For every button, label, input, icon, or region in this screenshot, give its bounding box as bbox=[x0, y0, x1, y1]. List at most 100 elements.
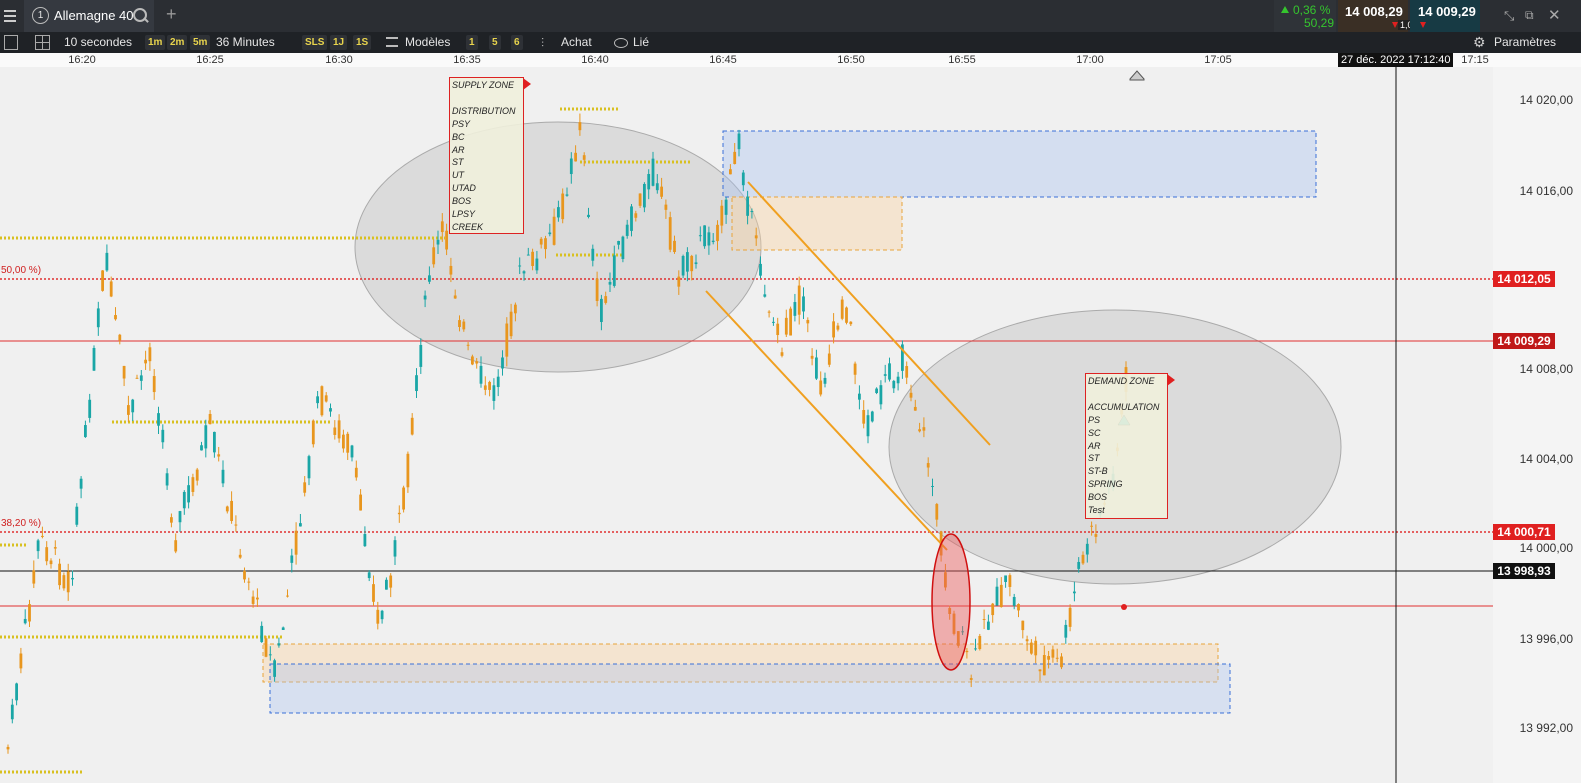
candle-body bbox=[866, 415, 870, 437]
demand-zone-line: ST-B bbox=[1088, 466, 1108, 477]
candle-body bbox=[393, 540, 397, 557]
candle-body bbox=[488, 381, 491, 390]
candle-body bbox=[888, 363, 891, 380]
candle-body bbox=[991, 603, 995, 616]
model-6-button[interactable]: 6 bbox=[511, 35, 523, 50]
candle-body bbox=[294, 530, 298, 555]
candle-body bbox=[729, 169, 732, 175]
candle-body bbox=[92, 347, 96, 371]
candle-body bbox=[810, 355, 814, 359]
buy-button[interactable]: Achat bbox=[561, 32, 592, 53]
candle-body bbox=[217, 454, 221, 457]
candle-body bbox=[144, 359, 147, 364]
one-day-button[interactable]: 1J bbox=[330, 35, 348, 50]
candle-body bbox=[114, 315, 117, 320]
candle-body bbox=[299, 523, 302, 527]
timeframe-2m[interactable]: 2m bbox=[167, 35, 188, 50]
candle-body bbox=[707, 232, 711, 246]
linked-button[interactable]: Lié bbox=[633, 32, 649, 53]
supply-zone-title: SUPPLY ZONE bbox=[452, 80, 515, 90]
time-tick: 16:35 bbox=[453, 54, 481, 66]
supply-zone-note[interactable]: SUPPLY ZONE DISTRIBUTION PSY BC AR ST UT… bbox=[449, 77, 531, 234]
candle-body bbox=[557, 207, 560, 218]
candle-body bbox=[518, 265, 522, 267]
candle-body bbox=[561, 193, 565, 220]
candle-body bbox=[62, 575, 66, 589]
candle-body bbox=[492, 385, 496, 401]
price-axis-label: 14 016,00 bbox=[1519, 184, 1573, 198]
ask-box[interactable]: 14 009,29 bbox=[1410, 0, 1480, 32]
candle-body bbox=[479, 365, 483, 384]
candle-body bbox=[591, 248, 595, 261]
candle-body bbox=[105, 252, 109, 271]
change-box: 0,36 % 50,29 bbox=[1274, 0, 1336, 32]
candle-body bbox=[53, 547, 57, 549]
timeframe-5m[interactable]: 5m bbox=[190, 35, 211, 50]
candle-body bbox=[879, 385, 883, 405]
eye-icon bbox=[614, 38, 628, 48]
candle-body bbox=[698, 235, 702, 237]
candle-body bbox=[1073, 591, 1076, 594]
candle-body bbox=[552, 216, 556, 245]
candle-body bbox=[922, 427, 926, 431]
candle-body bbox=[832, 321, 835, 338]
candle-body bbox=[200, 445, 203, 451]
price-axis-label: 14 004,00 bbox=[1519, 452, 1573, 466]
candle-body bbox=[221, 469, 225, 484]
timeframe-1m[interactable]: 1m bbox=[145, 35, 166, 50]
candle-body bbox=[673, 240, 676, 253]
sls-button[interactable]: SLS bbox=[302, 35, 328, 50]
menu-icon[interactable] bbox=[4, 8, 16, 22]
range-select[interactable]: 36 Minutes bbox=[216, 32, 275, 53]
model-1-button[interactable]: 1 bbox=[466, 35, 478, 50]
candle-body bbox=[58, 563, 61, 586]
settings-button[interactable]: Paramètres bbox=[1494, 32, 1556, 53]
interval-select[interactable]: 10 secondes bbox=[64, 32, 132, 53]
candle-body bbox=[883, 374, 887, 376]
candle-body bbox=[974, 648, 977, 650]
supply-zone-line: BOS bbox=[452, 196, 472, 207]
candle-body bbox=[587, 214, 590, 217]
candle-body bbox=[750, 210, 754, 212]
candle-body bbox=[1034, 640, 1038, 656]
candle-body bbox=[281, 627, 285, 630]
candle-body bbox=[101, 270, 104, 291]
add-tab-icon[interactable]: + bbox=[166, 4, 177, 25]
candle-body bbox=[131, 399, 135, 413]
candle-body bbox=[655, 183, 659, 191]
layout-grid-icon[interactable] bbox=[35, 35, 50, 50]
candle-body bbox=[66, 571, 70, 593]
cursor-date-label: 27 déc. 2022 17:12:40 bbox=[1338, 53, 1454, 67]
candle-body bbox=[651, 158, 655, 186]
candle-body bbox=[6, 746, 10, 750]
collapse-icon[interactable]: ⤡ bbox=[1504, 8, 1514, 24]
demand-zone-line: ST bbox=[1088, 453, 1100, 464]
demand-zone-line: ACCUMULATION bbox=[1088, 401, 1160, 412]
models-button[interactable]: Modèles bbox=[405, 32, 450, 53]
list-icon[interactable] bbox=[4, 35, 18, 50]
close-icon[interactable]: ✕ bbox=[1548, 6, 1561, 24]
one-week-button[interactable]: 1S bbox=[353, 35, 372, 50]
candle-body bbox=[535, 258, 539, 271]
candle-body bbox=[268, 654, 272, 656]
detach-icon[interactable]: ⧉ bbox=[1525, 8, 1534, 23]
candle-body bbox=[522, 271, 526, 274]
candle-body bbox=[909, 392, 913, 398]
candle-body bbox=[741, 172, 745, 186]
candle-body bbox=[376, 609, 380, 624]
demand-zone-line: AR bbox=[1088, 440, 1101, 451]
model-5-button[interactable]: 5 bbox=[489, 35, 501, 50]
candle-body bbox=[428, 275, 431, 282]
supply-zone-line: AR bbox=[452, 144, 465, 155]
price-chart[interactable] bbox=[0, 67, 1581, 783]
settings-icon[interactable]: ⚙ bbox=[1473, 34, 1486, 51]
chart-area[interactable]: 50,00 %) 38,20 %) 14 020,00 14 016,00 14… bbox=[0, 67, 1581, 783]
crosshair-price-tag: 13 998,93 bbox=[1493, 563, 1555, 579]
demand-zone-note[interactable]: DEMAND ZONE ACCUMULATION PS SC AR ST ST-… bbox=[1085, 373, 1175, 519]
price-axis-label: 14 000,00 bbox=[1519, 541, 1573, 555]
entry-marker bbox=[1121, 604, 1127, 610]
candle-body bbox=[251, 596, 255, 604]
time-tick: 16:50 bbox=[837, 54, 865, 66]
supply-orange-zone bbox=[731, 196, 903, 251]
candle-body bbox=[664, 204, 668, 210]
